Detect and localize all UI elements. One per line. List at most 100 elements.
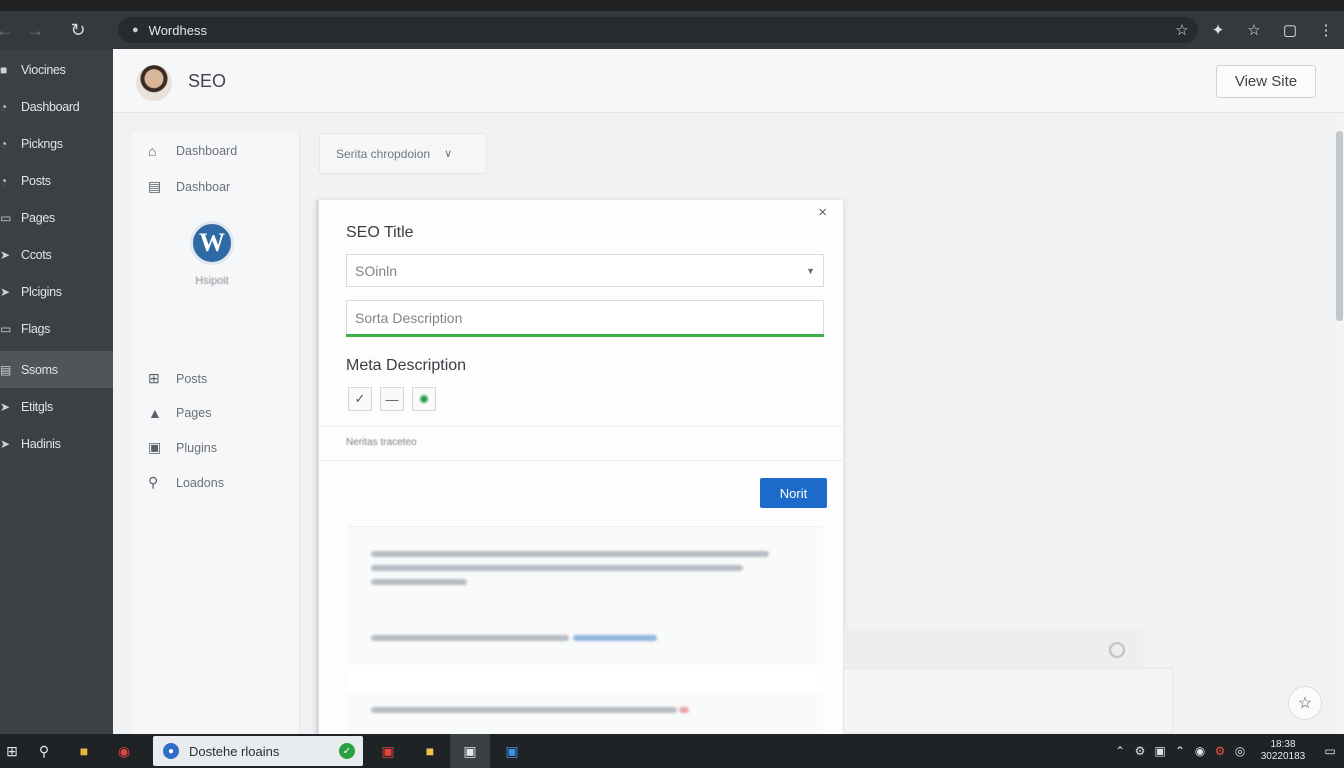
folder-icon: ■ <box>0 62 7 77</box>
menu-kebab-icon[interactable]: ⋮ <box>1308 21 1344 39</box>
address-bar[interactable]: ● Wordhess <box>118 17 1198 43</box>
app-red-icon[interactable]: ▣ <box>368 734 408 768</box>
settings-icon: ▤ <box>0 362 12 377</box>
plus-square-icon: ⊞ <box>148 370 160 386</box>
page-icon: ▭ <box>0 210 12 225</box>
start-icon[interactable]: ⊞ <box>0 734 24 768</box>
preview-line <box>371 565 743 571</box>
description-input[interactable]: Sorta Description <box>346 300 824 334</box>
sidebar-item-dashboard-2[interactable]: ▤ Dashboar <box>148 178 230 195</box>
scrollbar[interactable] <box>1335 113 1344 734</box>
user-icon: ▲ <box>148 405 162 421</box>
admin-menu-item-active[interactable]: ▤ Ssoms <box>0 351 113 388</box>
meta-description-label: Meta Description <box>346 357 467 374</box>
bookmark-icon[interactable]: ☆ <box>1236 21 1272 39</box>
browser-icon[interactable]: ◉ <box>104 734 144 768</box>
sidebar-item-pages[interactable]: ▲ Pages <box>148 405 211 421</box>
admin-menu-item[interactable]: ◔ Posts <box>0 162 113 199</box>
system-tray: ⌃ ⚙ ▣ ⌃ ◉ ⚙ ◎ 18:38 30220183 ▭ <box>1110 734 1344 768</box>
snippet-preview <box>347 526 823 734</box>
globe-icon[interactable]: ◎ <box>1230 744 1250 758</box>
clock-time: 18:38 <box>1270 739 1296 750</box>
gauge-icon: ◔ <box>0 136 7 151</box>
admin-menu-item[interactable]: ◔ Pickngs <box>0 125 113 162</box>
page-icon: ▭ <box>0 321 12 336</box>
back-arrow-icon[interactable]: ← <box>0 15 20 45</box>
taskbar-app-window[interactable]: ● Dostehe rloains ✓ <box>153 736 363 766</box>
notification-icon[interactable]: ▭ <box>1316 744 1344 758</box>
monitor-icon[interactable]: ▣ <box>1150 744 1170 758</box>
preview-line <box>371 707 677 713</box>
admin-menu-item[interactable]: ▭ Pages <box>0 199 113 236</box>
app-tray-icon[interactable]: ⚙ <box>1210 744 1230 758</box>
avatar[interactable] <box>136 65 172 101</box>
chevron-up-icon[interactable]: ⌃ <box>1110 744 1130 758</box>
divider <box>319 426 843 427</box>
status-dot-button[interactable] <box>412 387 436 411</box>
extension-icon[interactable]: ✦ <box>1200 21 1236 39</box>
seo-sidebar: ⌂ Dashboard ▤ Dashboar W Hsipoit ⊞ Posts… <box>132 133 300 734</box>
plugin-icon: ▣ <box>148 439 162 455</box>
check-icon[interactable]: ✓ <box>348 387 372 411</box>
scrollbar-thumb[interactable] <box>1336 131 1343 321</box>
admin-menu-item[interactable]: ◔ Dashboard <box>0 88 113 125</box>
sidebar-item-posts[interactable]: ⊞ Posts <box>148 370 207 387</box>
url-text: Wordhess <box>148 22 207 38</box>
lock-icon: ▤ <box>148 178 162 194</box>
check-badge-icon: ✓ <box>339 743 355 759</box>
preview-line <box>371 579 467 585</box>
chevron-up-icon[interactable]: ⌃ <box>1170 744 1190 758</box>
reload-icon[interactable]: ↻ <box>63 15 93 45</box>
gauge-icon: ◔ <box>0 173 7 188</box>
circle-icon <box>1109 642 1125 658</box>
admin-menu-item[interactable]: ➤ Etitgls <box>0 388 113 425</box>
star-fab-icon[interactable]: ☆ <box>1288 686 1322 720</box>
green-dot-icon <box>419 394 429 404</box>
sidebar-item-dashboard[interactable]: ⌂ Dashboard <box>148 143 237 159</box>
admin-menu-item[interactable]: ▭ Flags <box>0 310 113 347</box>
app-blue-icon[interactable]: ▣ <box>492 734 532 768</box>
file-explorer-icon[interactable]: ■ <box>64 734 104 768</box>
pin-icon: ➤ <box>0 436 10 451</box>
close-icon[interactable]: × <box>818 204 827 221</box>
folder-icon[interactable]: ■ <box>410 734 450 768</box>
divider <box>319 460 843 461</box>
forward-arrow-icon[interactable]: → <box>20 15 50 45</box>
caret-down-icon: ▼ <box>806 265 815 276</box>
seo-title-select[interactable]: SOinln ▼ <box>346 254 824 287</box>
primary-button[interactable]: Norit <box>760 478 827 508</box>
section-dropdown[interactable]: Serita chropdoion ∨ <box>319 133 487 174</box>
network-icon[interactable]: ⚙ <box>1130 744 1150 758</box>
app-gray-icon[interactable]: ▣ <box>450 734 490 768</box>
page-title: SEO <box>188 71 227 91</box>
screen: ← → ↻ ● Wordhess ☆ ✦ ☆ ▢ ⋮ ■ Viocines ◔ Da… <box>0 0 1344 768</box>
preview-mark <box>679 707 689 713</box>
preview-line <box>371 635 569 641</box>
admin-menu-item[interactable]: ■ Viocines <box>0 51 113 88</box>
taskbar: ⊞ ⚲ ■ ◉ ● Dostehe rloains ✓ ▣ ■ ▣ ▣ ⌃ ⚙ … <box>0 734 1344 768</box>
pin-icon: ➤ <box>0 399 10 414</box>
star-icon[interactable]: ☆ <box>1164 21 1200 39</box>
progress-bar <box>346 334 824 337</box>
admin-menu-item[interactable]: ➤ Ccots <box>0 236 113 273</box>
chat-icon[interactable]: ◉ <box>1190 744 1210 758</box>
logo-caption: Hsipoit <box>195 275 229 287</box>
pin-icon: ➤ <box>0 284 10 299</box>
admin-menu: ■ Viocines ◔ Dashboard ◔ Pickngs ◔ Posts ▭ Pa… <box>0 49 113 734</box>
browser-toolbar: ← → ↻ ● Wordhess ☆ ✦ ☆ ▢ ⋮ <box>0 11 1344 49</box>
search-icon[interactable]: ⚲ <box>24 734 64 768</box>
sidebar-item-plugins[interactable]: ▣ Plugins <box>148 439 217 456</box>
view-site-button[interactable]: View Site <box>1216 65 1316 98</box>
clock[interactable]: 18:38 30220183 <box>1250 739 1316 763</box>
background-panel-inner <box>843 668 1173 734</box>
browser-tabstrip <box>0 0 1344 11</box>
gauge-icon: ◔ <box>0 99 7 114</box>
browser-actions: ☆ ✦ ☆ ▢ ⋮ <box>1164 11 1344 49</box>
preview-line <box>371 551 769 557</box>
admin-menu-item[interactable]: ➤ Hadinis <box>0 425 113 462</box>
minus-icon[interactable]: — <box>380 387 404 411</box>
admin-menu-item[interactable]: ➤ Plcigins <box>0 273 113 310</box>
sidebar-item-loadons[interactable]: ⚲ Loadons <box>148 474 224 491</box>
preview-strip <box>347 665 823 693</box>
window-icon[interactable]: ▢ <box>1272 21 1308 39</box>
